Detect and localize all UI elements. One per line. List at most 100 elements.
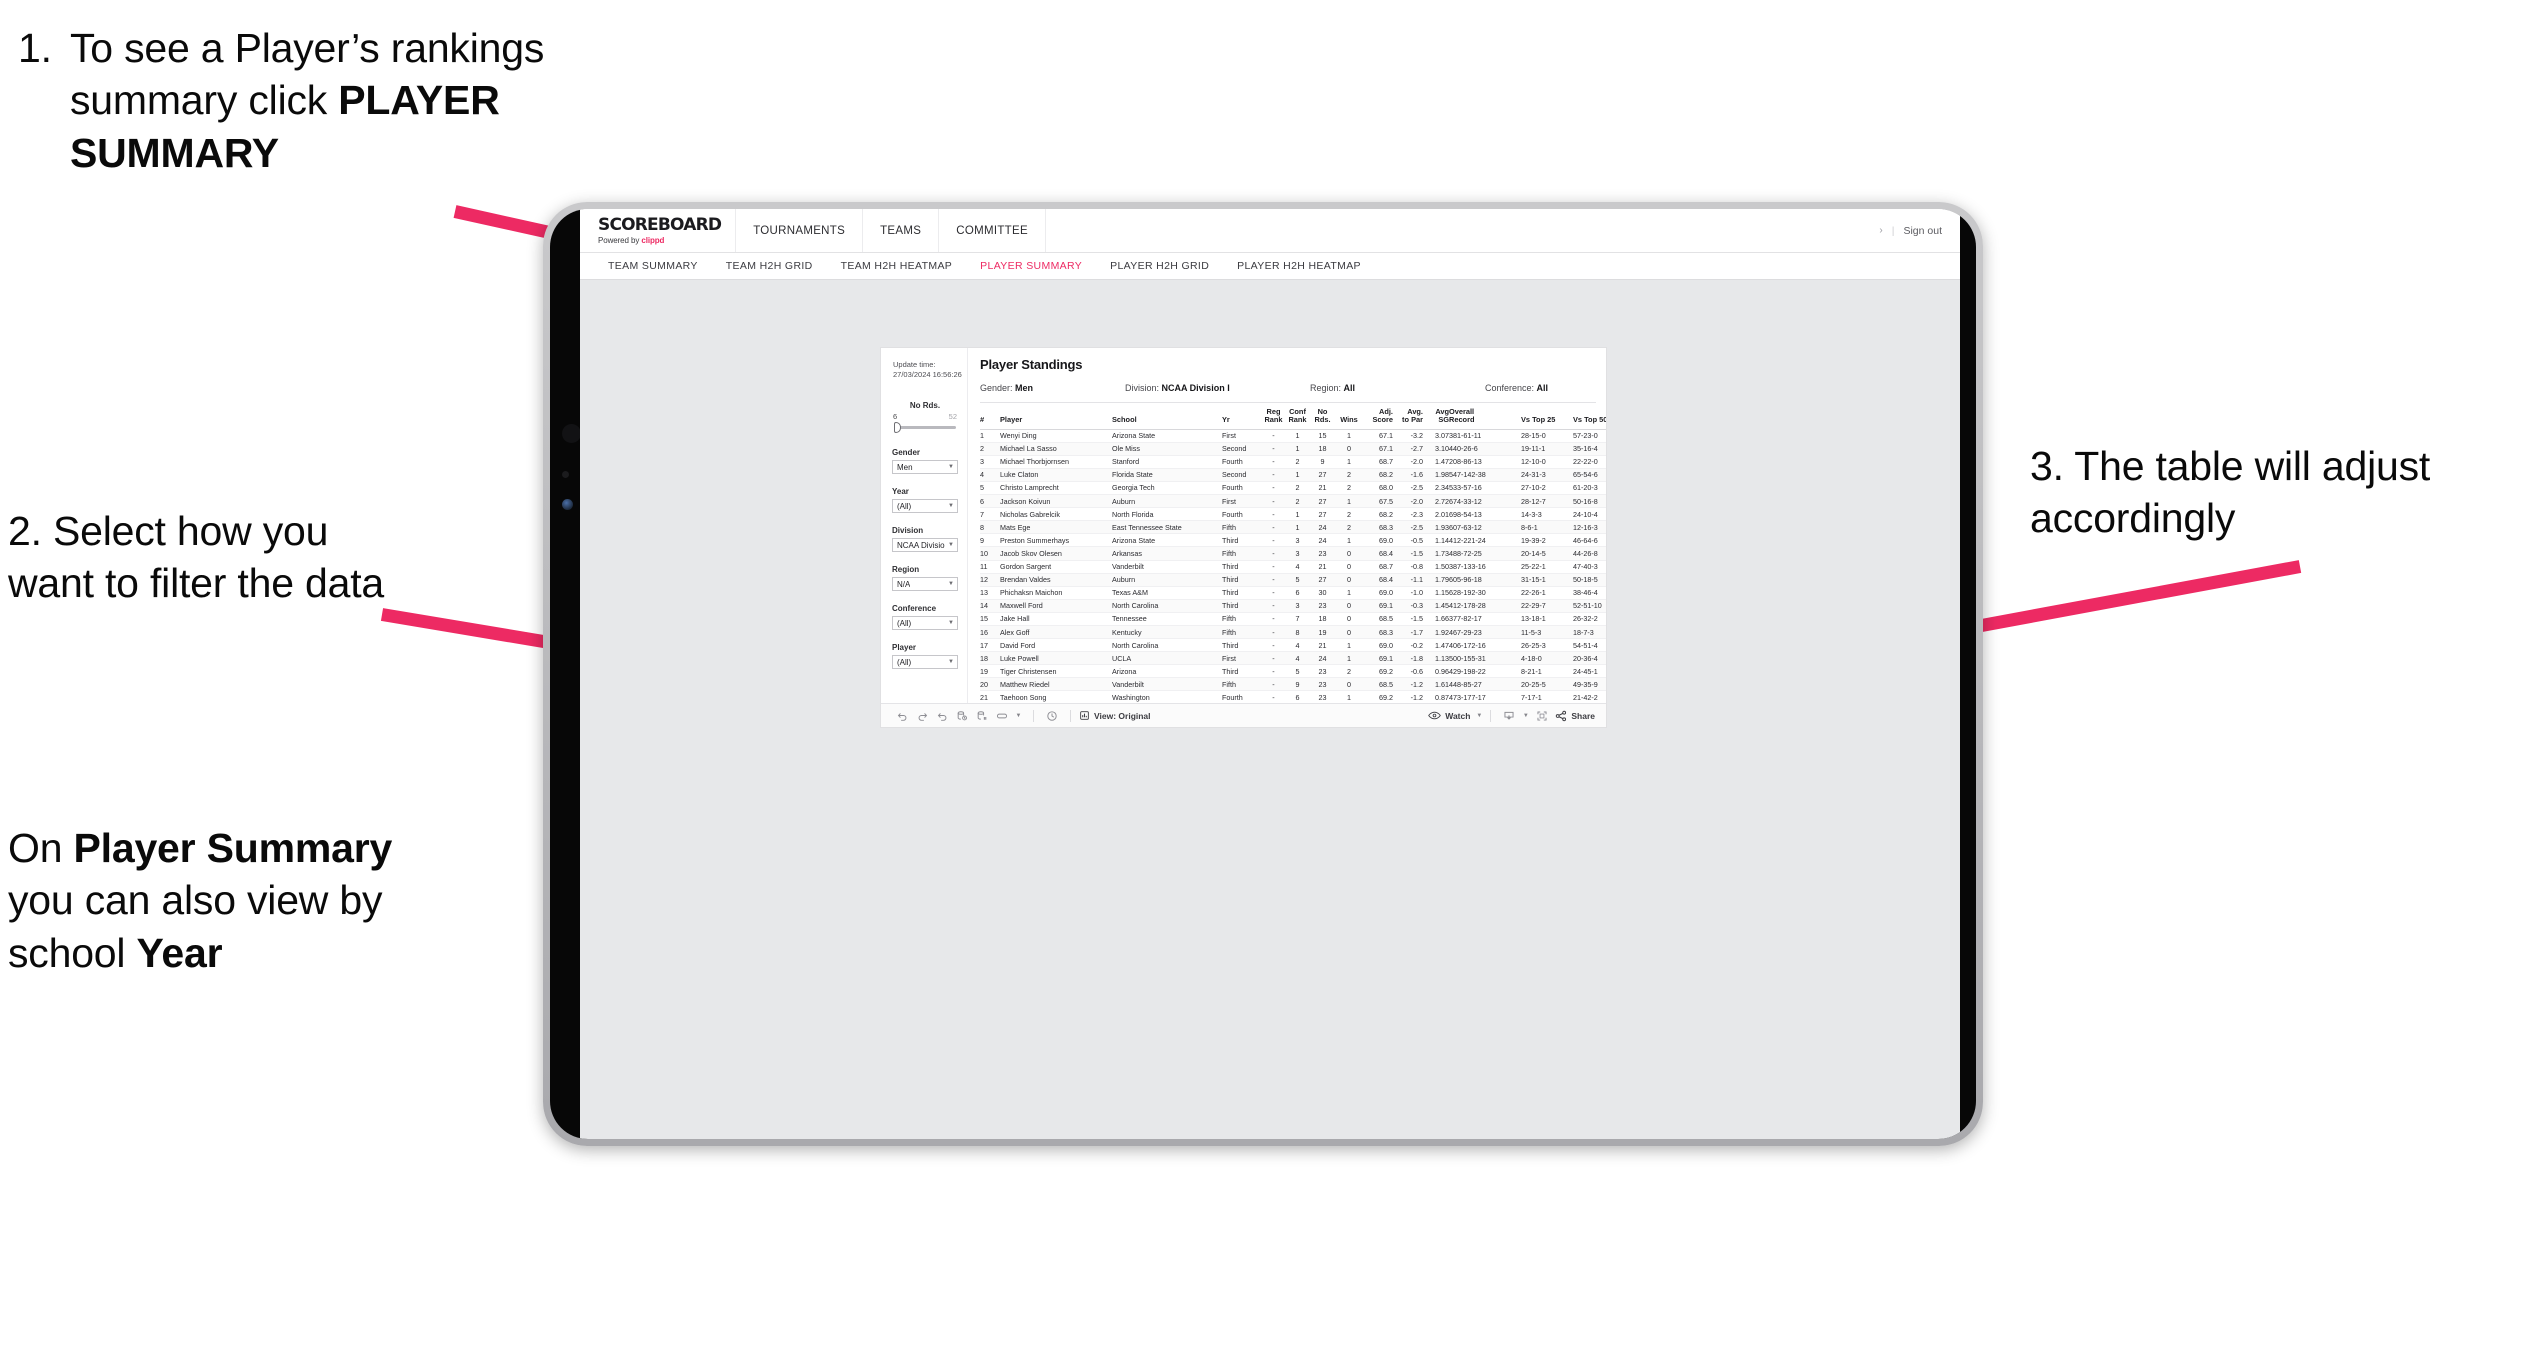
- cell-sg: 1.73: [1423, 546, 1449, 561]
- cell-yr: Fifth: [1222, 520, 1262, 535]
- column-header-avg-sg[interactable]: Avg SG: [1423, 407, 1449, 430]
- table-row[interactable]: 12 Brendan Valdes Auburn Third -5 27 0 68.4 -1.1…: [980, 573, 1606, 587]
- table-row[interactable]: 16 Alex Goff Kentucky Fifth -8 19 0 68.3 -1.7 1.9…: [980, 625, 1606, 640]
- cell-yr: Third: [1222, 573, 1262, 587]
- table-row[interactable]: 4 Luke Claton Florida State Second -1 27 2 68.2…: [980, 468, 1606, 482]
- sign-out-button[interactable]: Sign out: [1903, 225, 1942, 237]
- topnav-committee[interactable]: COMMITTEE: [938, 209, 1045, 252]
- table-row[interactable]: 5 Christo Lamprecht Georgia Tech Fourth -2 21…: [980, 481, 1606, 496]
- cell-conf: 8: [1285, 625, 1310, 640]
- table-row[interactable]: 3 Michael Thorbjornsen Stanford Fourth -2 9 1 6…: [980, 455, 1606, 469]
- view-original-button[interactable]: View: Original: [1079, 710, 1151, 721]
- tab-team-h2h-heatmap[interactable]: TEAM H2H HEATMAP: [827, 253, 967, 280]
- cell-sg: 3.10: [1423, 442, 1449, 456]
- filter-division-select[interactable]: NCAA Division I ▼: [892, 538, 958, 552]
- filter-gender: Gender Men ▼: [892, 448, 958, 474]
- device-layout-icon[interactable]: [992, 704, 1012, 728]
- table-row[interactable]: 20 Matthew Riedel Vanderbilt Fifth -9 23 0 68.5…: [980, 677, 1606, 692]
- cell-player: Preston Summerhays: [1000, 533, 1112, 548]
- watch-button[interactable]: Watch ▼: [1428, 710, 1482, 721]
- cell-t50: 12-16-3: [1573, 520, 1606, 535]
- download-icon[interactable]: [1499, 704, 1519, 728]
- slider-max-value: 52: [948, 412, 957, 421]
- topnav-tournaments[interactable]: TOURNAMENTS: [735, 209, 862, 252]
- column-header-vs-top-50[interactable]: Vs Top 50: [1573, 408, 1606, 430]
- table-row[interactable]: 7 Nicholas Gabrelcik North Florida Fourth -1…: [980, 507, 1606, 522]
- pause-auto-update-icon[interactable]: [1042, 704, 1062, 728]
- tab-player-h2h-grid[interactable]: PLAYER H2H GRID: [1096, 253, 1223, 280]
- topnav-teams[interactable]: TEAMS: [862, 209, 938, 252]
- column-header-conf-rank[interactable]: Conf Rank: [1285, 407, 1310, 430]
- column-header-reg-rank[interactable]: Reg Rank: [1262, 407, 1285, 430]
- device-layout-dropdown-icon[interactable]: ▼: [1012, 704, 1025, 728]
- table-row[interactable]: 19 Tiger Christensen Arizona Third -5 23 2 69.2…: [980, 664, 1606, 679]
- filter-conference-select[interactable]: (All) ▼: [892, 616, 958, 630]
- cell-rds: 23: [1310, 664, 1335, 679]
- table-row[interactable]: 6 Jackson Koivun Auburn First -2 27 1 67.5 -2.0 2…: [980, 494, 1606, 509]
- table-row[interactable]: 9 Preston Summerhays Arizona State Third -3 2…: [980, 533, 1606, 548]
- table-row[interactable]: 14 Maxwell Ford North Carolina Third -3 23 0 69…: [980, 599, 1606, 613]
- cell-player: Jackson Koivun: [1000, 494, 1112, 509]
- column-header-no-rds[interactable]: No Rds.: [1310, 407, 1335, 430]
- cell-player: Michael Thorbjornsen: [1000, 455, 1112, 469]
- column-header-player[interactable]: Player: [1000, 408, 1112, 430]
- filter-gender-select[interactable]: Men ▼: [892, 460, 958, 474]
- fullscreen-icon[interactable]: [1532, 704, 1552, 728]
- cell-school: East Tennessee State: [1112, 520, 1222, 535]
- cell-reg: -: [1262, 677, 1285, 692]
- column-header-yr[interactable]: Yr: [1222, 408, 1262, 430]
- revert-icon[interactable]: [932, 704, 952, 728]
- summary-division-label: Division:: [1125, 383, 1162, 393]
- table-row[interactable]: 8 Mats Ege East Tennessee State Fifth -1 24 2 6…: [980, 520, 1606, 535]
- cell-t50: 21-42-2: [1573, 690, 1606, 703]
- table-row[interactable]: 11 Gordon Sargent Vanderbilt Third -4 21 0 68.7…: [980, 560, 1606, 574]
- table-row[interactable]: 21 Taehoon Song Washington Fourth -6 23 1 69.2-…: [980, 690, 1606, 703]
- range-slider[interactable]: [892, 422, 958, 433]
- cell-player: Taehoon Song: [1000, 690, 1112, 703]
- cell-yr: Fourth: [1222, 455, 1262, 469]
- pause-updates-icon[interactable]: [972, 704, 992, 728]
- table-row[interactable]: 10 Jacob Skov Olesen Arkansas Fifth -3 23 0 68.…: [980, 546, 1606, 561]
- column-header-avg-to-par[interactable]: Avg. to Par: [1393, 407, 1423, 430]
- column-header-wins[interactable]: Wins: [1335, 408, 1363, 430]
- column-header-vs-top-25[interactable]: Vs Top 25: [1521, 408, 1573, 430]
- table-row[interactable]: 1 Wenyi Ding Arizona State First -1 15 1 67.1 -3…: [980, 429, 1606, 443]
- table-row[interactable]: 15 Jake Hall Tennessee Fifth -7 18 0 68.5 -1.5 1.…: [980, 612, 1606, 626]
- table-row[interactable]: 18 Luke Powell UCLA First -4 24 1 69.1 -1.8 1.13 5…: [980, 651, 1606, 666]
- table-row[interactable]: 2 Michael La Sasso Ole Miss Second -1 18 0 67.1…: [980, 442, 1606, 456]
- column-header-[interactable]: #: [980, 408, 1000, 430]
- cell-rank: 7: [980, 507, 1000, 522]
- cell-record: 467-29-23: [1449, 625, 1521, 640]
- tab-team-summary[interactable]: TEAM SUMMARY: [594, 253, 712, 280]
- refresh-data-icon[interactable]: [952, 704, 972, 728]
- cell-conf: 7: [1285, 612, 1310, 626]
- cell-conf: 4: [1285, 560, 1310, 574]
- filter-region-select[interactable]: N/A ▼: [892, 577, 958, 591]
- column-header-school[interactable]: School: [1112, 408, 1222, 430]
- filter-player-select[interactable]: (All) ▼: [892, 655, 958, 669]
- table-row[interactable]: 17 David Ford North Carolina Third -4 21 1 69.0…: [980, 638, 1606, 653]
- cell-t50: 50-18-5: [1573, 573, 1606, 587]
- redo-icon[interactable]: [912, 704, 932, 728]
- chevron-right-icon[interactable]: ›: [1879, 225, 1882, 236]
- slider-handle[interactable]: [894, 422, 901, 433]
- cell-rds: 27: [1310, 468, 1335, 482]
- summary-gender: Gender: Men: [980, 383, 1125, 393]
- tab-player-summary[interactable]: PLAYER SUMMARY: [966, 253, 1096, 280]
- table-row[interactable]: 13 Phichaksn Maichon Texas A&M Third -6 30 1 69…: [980, 586, 1606, 600]
- tab-player-h2h-heatmap[interactable]: PLAYER H2H HEATMAP: [1223, 253, 1375, 280]
- share-button[interactable]: Share: [1555, 710, 1595, 722]
- download-dropdown-icon[interactable]: ▼: [1519, 704, 1532, 728]
- filter-year-select[interactable]: (All) ▼: [892, 499, 958, 513]
- cell-t25: 19-39-2: [1521, 533, 1573, 548]
- cell-adj: 68.3: [1363, 520, 1393, 535]
- cell-reg: -: [1262, 690, 1285, 703]
- column-header-overall-record[interactable]: Overall Record: [1449, 407, 1521, 430]
- undo-icon[interactable]: [892, 704, 912, 728]
- column-header-adj-score[interactable]: Adj. Score: [1363, 407, 1393, 430]
- cell-yr: Fifth: [1222, 612, 1262, 626]
- cell-adj: 69.1: [1363, 651, 1393, 666]
- cell-player: Matthew Riedel: [1000, 677, 1112, 692]
- cell-yr: Third: [1222, 533, 1262, 548]
- tab-team-h2h-grid[interactable]: TEAM H2H GRID: [712, 253, 827, 280]
